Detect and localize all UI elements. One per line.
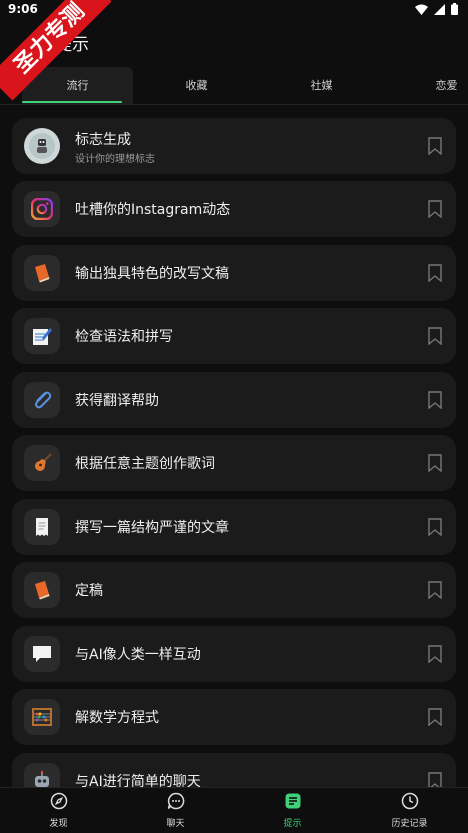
bookmark-icon[interactable] <box>428 581 442 599</box>
bookmark-icon[interactable] <box>428 264 442 282</box>
memo-pencil-icon <box>24 318 60 354</box>
bookmark-icon[interactable] <box>428 518 442 536</box>
prompt-list-icon <box>285 793 300 809</box>
robot-logo-icon <box>24 128 60 164</box>
speech-bubble-icon <box>24 636 60 672</box>
book-icon <box>24 255 60 291</box>
compass-icon <box>50 792 67 810</box>
paperclip-icon <box>24 382 60 418</box>
bookmark-icon[interactable] <box>428 200 442 218</box>
bookmark-icon[interactable] <box>428 391 442 409</box>
tab-bar: 流行 收藏 社媒 恋爱 <box>0 67 468 105</box>
prompt-title: 标志生成 <box>75 132 131 148</box>
bookmark-icon[interactable] <box>428 137 442 155</box>
tab-active-indicator <box>22 101 122 103</box>
prompt-card[interactable]: 解数学方程式 <box>12 689 456 745</box>
book-icon <box>24 572 60 608</box>
chat-icon <box>167 792 184 810</box>
prompt-title: 吐槽你的Instagram动态 <box>75 202 231 218</box>
prompt-card[interactable]: 撰写一篇结构严谨的文章 <box>12 499 456 555</box>
tab-favorites[interactable]: 收藏 <box>140 67 253 105</box>
nav-prompts[interactable]: 提示 <box>234 792 351 829</box>
prompt-card[interactable]: 获得翻译帮助 <box>12 372 456 428</box>
tab-romance[interactable]: 恋爱 <box>390 67 468 105</box>
nav-chat[interactable]: 聊天 <box>117 792 234 829</box>
clock-icon <box>401 792 418 810</box>
receipt-icon <box>24 509 60 545</box>
prompt-title: 检查语法和拼写 <box>75 329 173 345</box>
prompt-card[interactable]: 与AI像人类一样互动 <box>12 626 456 682</box>
bookmark-icon[interactable] <box>428 327 442 345</box>
prompt-title: 输出独具特色的改写文稿 <box>75 266 229 282</box>
prompt-subtitle: 设计你的理想标志 <box>75 154 155 165</box>
bottom-nav: 发现 聊天 提示 历史记录 <box>0 787 468 833</box>
tab-divider <box>0 104 468 105</box>
nav-history[interactable]: 历史记录 <box>351 792 468 829</box>
nav-label: 聊天 <box>166 819 185 829</box>
prompt-card[interactable]: 吐槽你的Instagram动态 <box>12 181 456 237</box>
prompt-card[interactable]: 检查语法和拼写 <box>12 308 456 364</box>
prompt-title: 与AI像人类一样互动 <box>75 647 201 663</box>
prompt-title: 根据任意主题创作歌词 <box>75 456 215 472</box>
prompt-card[interactable]: 输出独具特色的改写文稿 <box>12 245 456 301</box>
status-icons <box>415 3 458 15</box>
prompt-card[interactable]: 根据任意主题创作歌词 <box>12 435 456 491</box>
signal-icon <box>434 3 445 15</box>
status-time: 9:06 <box>8 2 38 16</box>
bookmark-icon[interactable] <box>428 708 442 726</box>
nav-label: 历史记录 <box>391 819 428 829</box>
battery-icon <box>451 3 458 15</box>
abacus-icon <box>24 699 60 735</box>
nav-label: 发现 <box>49 819 68 829</box>
prompt-title: 定稿 <box>75 583 103 599</box>
nav-label: 提示 <box>283 819 302 829</box>
prompt-card[interactable]: 定稿 <box>12 562 456 618</box>
tab-social[interactable]: 社媒 <box>265 67 378 105</box>
wifi-icon <box>415 4 428 15</box>
prompt-card[interactable]: 标志生成 设计你的理想标志 <box>12 118 456 174</box>
guitar-icon <box>24 445 60 481</box>
prompt-title: 解数学方程式 <box>75 710 159 726</box>
instagram-icon <box>24 191 60 227</box>
bookmark-icon[interactable] <box>428 645 442 663</box>
prompt-title: 撰写一篇结构严谨的文章 <box>75 520 229 536</box>
nav-discover[interactable]: 发现 <box>0 792 117 829</box>
prompt-title: 获得翻译帮助 <box>75 393 159 409</box>
bookmark-icon[interactable] <box>428 454 442 472</box>
